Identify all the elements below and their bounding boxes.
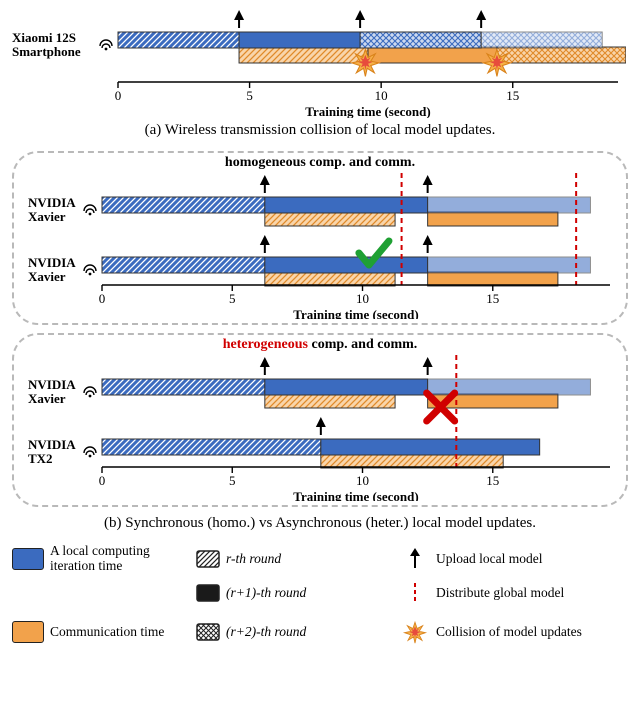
collision-icon (400, 620, 430, 644)
panel-b2-box: heterogeneous comp. and comm. NVIDIAXavi… (12, 333, 628, 507)
caption-b: (b) Synchronous (homo.) vs Asynchronous … (8, 515, 632, 532)
svg-text:NVIDIA: NVIDIA (28, 437, 76, 452)
svg-text:Training time (second): Training time (second) (293, 489, 418, 501)
svg-text:Xavier: Xavier (28, 209, 66, 224)
legend-round-r2: (r+2)-th round (196, 620, 396, 644)
svg-text:15: 15 (486, 291, 499, 306)
svg-text:15: 15 (506, 88, 519, 103)
svg-text:5: 5 (229, 291, 236, 306)
chart-a: Xiaomi 12SSmartphone 0 5 10 15 Training time … (8, 8, 626, 118)
svg-text:15: 15 (486, 473, 499, 488)
legend-spacer (12, 582, 192, 612)
svg-text:NVIDIA: NVIDIA (28, 377, 76, 392)
panel-b1-title: homogeneous comp. and comm. (14, 155, 626, 171)
panel-a: Xiaomi 12SSmartphone 0 5 10 15 Training time … (8, 8, 632, 118)
svg-text:Xavier: Xavier (28, 391, 66, 406)
legend-collision: Collision of model updates (400, 620, 620, 644)
svg-text:NVIDIA: NVIDIA (28, 195, 76, 210)
svg-text:10: 10 (356, 291, 369, 306)
svg-text:0: 0 (115, 88, 122, 103)
swatch-cross-r2 (196, 623, 220, 641)
swatch-solid-r1 (196, 584, 220, 602)
panel-b2-title: heterogeneous comp. and comm. (14, 337, 626, 353)
svg-text:10: 10 (356, 473, 369, 488)
legend-round-r: r-th round (196, 544, 396, 574)
svg-text:0: 0 (99, 291, 106, 306)
swatch-orange (12, 621, 44, 643)
svg-text:TX2: TX2 (28, 451, 53, 466)
legend-compute: A local computing iteration time (12, 544, 192, 574)
svg-text:Training time (second): Training time (second) (305, 104, 430, 118)
svg-text:Xiaomi 12S: Xiaomi 12S (12, 30, 76, 45)
svg-text:5: 5 (229, 473, 236, 488)
chart-b2: NVIDIAXavierNVIDIATX2051015Training time… (24, 341, 618, 501)
swatch-hatch-r (196, 550, 220, 568)
legend-comm: Communication time (12, 620, 192, 644)
svg-text:Xavier: Xavier (28, 269, 66, 284)
caption-a: (a) Wireless transmission collision of l… (8, 122, 632, 139)
upload-icon (400, 548, 430, 570)
svg-text:5: 5 (246, 88, 253, 103)
swatch-blue (12, 548, 44, 570)
svg-text:0: 0 (99, 473, 106, 488)
svg-text:Smartphone: Smartphone (12, 44, 81, 59)
svg-text:10: 10 (375, 88, 388, 103)
legend-upload: Upload local model (400, 544, 620, 574)
distribute-icon (400, 582, 430, 604)
svg-text:NVIDIA: NVIDIA (28, 255, 76, 270)
legend-round-r1: (r+1)-th round (196, 582, 396, 604)
legend: A local computing iteration time r-th ro… (8, 544, 632, 644)
chart-b1: NVIDIAXavierNVIDIAXavier051015Training t… (24, 159, 618, 319)
panel-b1-box: homogeneous comp. and comm. NVIDIAXavier… (12, 151, 628, 325)
svg-text:Training time (second): Training time (second) (293, 307, 418, 319)
legend-distribute: Distribute global model (400, 582, 620, 604)
